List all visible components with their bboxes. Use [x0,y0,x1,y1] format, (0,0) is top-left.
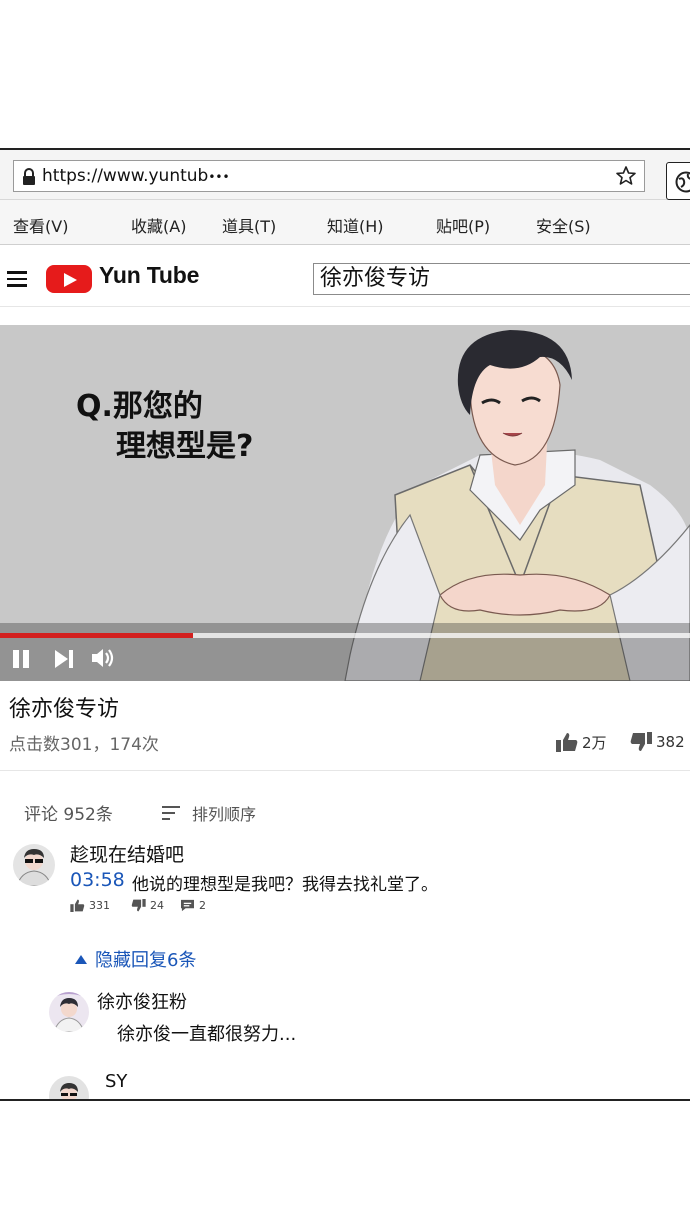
comment-like-count: 331 [89,899,110,912]
menu-tieba[interactable]: 贴吧(P) [436,213,490,237]
reply-author[interactable]: SY [105,1071,127,1092]
sort-label: 排列顺序 [192,805,257,824]
comment-timestamp-link[interactable]: 03:58 [70,869,125,891]
address-bar-row: https://www.yuntub••• [0,150,690,200]
progress-fill [0,633,194,638]
menu-view[interactable]: 查看(V) [13,213,68,237]
caret-up-icon [75,954,87,964]
dislike-button[interactable]: 382 [630,731,685,753]
video-title: 徐亦俊专访 [9,697,120,722]
comments-count: 评论 952条 [24,805,113,825]
menu-tools[interactable]: 道具(T) [222,213,276,237]
reply-author[interactable]: 徐亦俊狂粉 [97,988,187,1014]
thumbs-up-icon [70,899,85,912]
pause-icon[interactable] [12,650,30,668]
thumbs-down-icon [131,899,146,912]
comment-reply-button[interactable]: 2 [180,899,206,912]
view-count: 点击数301，174次 [9,735,159,755]
menu-favorites[interactable]: 收藏(A) [131,213,186,237]
caption-line-2: 理想型是? [116,429,254,464]
reply-avatar[interactable] [49,1076,89,1101]
comment-reply-count: 2 [199,899,206,912]
sort-icon [162,806,180,820]
globe-icon [675,171,690,193]
thumbs-down-icon [630,732,652,751]
reply-text: 徐亦俊一直都很努力... [117,1024,297,1045]
site-header: Yun Tube 徐亦俊专访 [0,245,690,307]
comment-text: 他说的理想型是我吧？我得去找礼堂了。 [132,875,438,895]
skip-next-icon[interactable] [54,650,74,668]
hide-replies-label: 隐藏回复6条 [95,950,197,971]
browser-tab[interactable] [666,162,690,200]
thumbs-up-icon [556,733,578,752]
like-button[interactable]: 2万 [556,731,607,753]
comment-dislike-count: 24 [150,899,164,912]
comment-author[interactable]: 趁现在结婚吧 [70,840,184,867]
menu-security[interactable]: 安全(S) [536,213,591,237]
menu-help[interactable]: 知道(H) [327,213,384,237]
reply-comment-icon [181,899,194,912]
hamburger-menu-icon[interactable] [7,271,27,287]
commenter-avatar[interactable] [13,844,55,886]
video-caption: Q.那您的 理想型是? [76,387,253,467]
bookmark-star-icon[interactable] [614,164,638,188]
search-input[interactable]: 徐亦俊专访 [313,263,690,295]
comment-dislike-button[interactable]: 24 [131,899,164,912]
reply-avatar[interactable] [49,992,89,1032]
volume-icon[interactable] [91,647,115,669]
caption-line-1: Q.那您的 [76,389,203,424]
dislike-count: 382 [656,733,685,751]
address-bar[interactable]: https://www.yuntub••• [13,160,645,192]
menu-bar: 查看(V) 收藏(A) 道具(T) 知道(H) 贴吧(P) 安全(S) [0,200,690,245]
divider [0,770,690,771]
hide-replies-button[interactable]: 隐藏回复6条 [75,946,196,972]
browser-window: https://www.yuntub••• 查看(V) 收藏(A) 道具(T) … [0,148,690,1101]
url-text: https://www.yuntub••• [42,166,230,186]
sort-button[interactable]: 排列顺序 [162,801,256,825]
comment-like-button[interactable]: 331 [70,899,110,912]
lock-icon [23,168,35,185]
site-logo-text[interactable]: Yun Tube [99,262,199,289]
logo-play-icon[interactable] [46,265,92,293]
progress-bar[interactable] [0,633,690,638]
like-count: 2万 [582,733,607,752]
video-player[interactable]: Q.那您的 理想型是? [0,325,690,681]
